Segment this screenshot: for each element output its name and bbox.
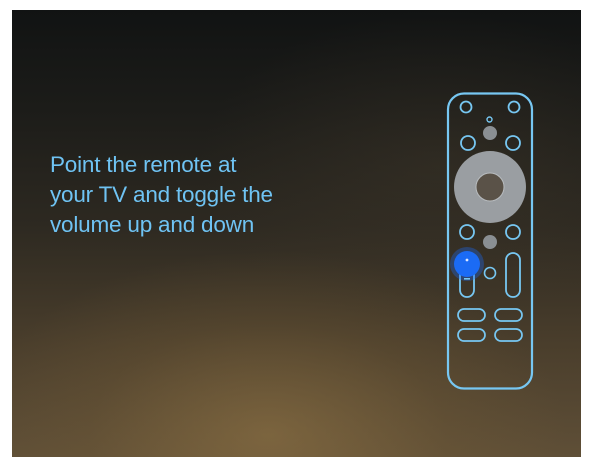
instruction-line-3: volume up and down <box>50 212 255 237</box>
mic-indicator-icon <box>486 116 493 123</box>
tv-remote-icon <box>446 92 536 392</box>
guide-button-icon <box>505 224 521 240</box>
home-button-icon <box>459 224 475 240</box>
back-button-icon <box>460 135 476 151</box>
tv-screen-photo: Point the remote at your TV and toggle t… <box>12 10 581 457</box>
app-button-4-icon <box>494 328 523 342</box>
volume-highlight-spot <box>465 258 469 262</box>
app-button-3-icon <box>457 328 486 342</box>
remote-illustration <box>446 92 534 390</box>
volume-down-highlight-icon <box>454 251 480 277</box>
channel-rocker-outline <box>505 252 521 298</box>
settings-button-icon <box>505 135 521 151</box>
setup-instruction-text: Point the remote at your TV and toggle t… <box>50 150 340 240</box>
mute-button-icon <box>483 235 497 249</box>
youtube-button-icon <box>483 266 497 280</box>
app-button-1-icon <box>457 308 486 322</box>
assistant-button-icon <box>483 126 497 140</box>
instruction-line-1: Point the remote at <box>50 152 237 177</box>
power-button-icon <box>459 100 473 114</box>
instruction-line-2: your TV and toggle the <box>50 182 273 207</box>
volume-minus-mark-icon <box>464 278 470 280</box>
app-button-2-icon <box>494 308 523 322</box>
input-button-icon <box>507 100 521 114</box>
